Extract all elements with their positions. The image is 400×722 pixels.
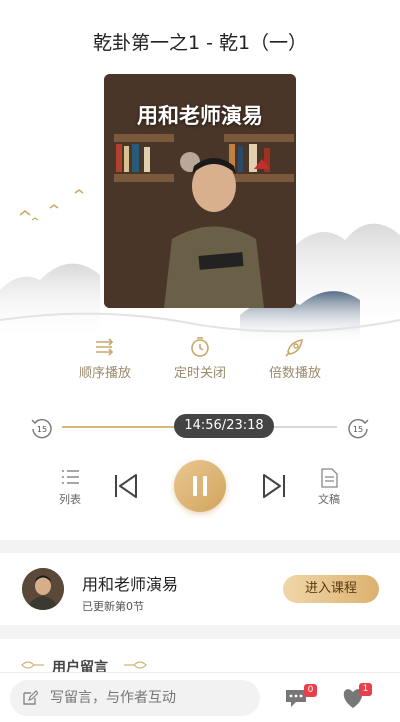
like-count-badge: 1 (359, 683, 372, 696)
left-ornament-icon (21, 661, 44, 669)
timer-option[interactable]: 定时关闭 (145, 336, 255, 381)
cover-title: 用和老师演易 (137, 104, 263, 128)
edit-icon (23, 690, 38, 705)
rewind-15-button[interactable]: 15 (30, 416, 54, 440)
pause-icon (193, 476, 207, 496)
forward-icon: 15 (348, 419, 369, 439)
playlist-button[interactable]: 列表 (52, 468, 88, 507)
author-name[interactable]: 用和老师演易 (82, 571, 178, 595)
time-display[interactable]: 14:56/23:18 (174, 414, 274, 438)
transcript-button[interactable]: 文稿 (311, 468, 347, 507)
comments-button[interactable]: 0 (284, 684, 317, 710)
sequential-play-label: 顺序播放 (78, 366, 131, 381)
track-title: 乾卦第一之1 - 乾1（一） (92, 32, 308, 54)
progress-row: 15 14:56/23:18 15 (0, 412, 400, 442)
list-icon (62, 470, 79, 484)
speed-option[interactable]: 倍数播放 (240, 336, 350, 381)
rewind-label: 15 (37, 425, 47, 434)
bottom-bar: 0 1 (0, 672, 400, 722)
comment-input[interactable] (10, 680, 260, 716)
album-cover: 用和老师演易 (104, 74, 296, 308)
player-panel: 乾卦第一之1 - 乾1（一） 用和老师演易 顺序播放 定时关闭 倍数播放 15 … (0, 0, 400, 540)
next-button[interactable] (260, 472, 288, 503)
update-status: 已更新第0节 (82, 600, 144, 613)
speed-icon (285, 339, 303, 357)
timer-label: 定时关闭 (173, 366, 226, 381)
author-avatar-image (22, 568, 64, 610)
pause-button[interactable] (174, 460, 226, 512)
right-ornament-icon (124, 661, 147, 669)
speed-label: 倍数播放 (268, 366, 321, 381)
forward-15-button[interactable]: 15 (346, 416, 370, 440)
previous-icon (115, 474, 137, 498)
rewind-icon: 15 (31, 419, 52, 439)
next-icon (263, 474, 285, 498)
previous-button[interactable] (112, 472, 140, 503)
transcript-label: 文稿 (318, 493, 340, 506)
avatar[interactable] (22, 568, 64, 610)
playlist-label: 列表 (59, 493, 81, 506)
document-icon (321, 468, 338, 488)
enter-course-button[interactable]: 进入课程 (283, 575, 379, 603)
sequential-play-option[interactable]: 顺序播放 (50, 336, 160, 381)
comment-count-badge: 0 (304, 684, 317, 697)
forward-label: 15 (353, 425, 363, 434)
author-card: 用和老师演易 已更新第0节 进入课程 (0, 553, 400, 625)
timer-icon (191, 337, 209, 357)
like-button[interactable]: 1 (341, 683, 372, 709)
sequential-play-icon (96, 338, 114, 356)
